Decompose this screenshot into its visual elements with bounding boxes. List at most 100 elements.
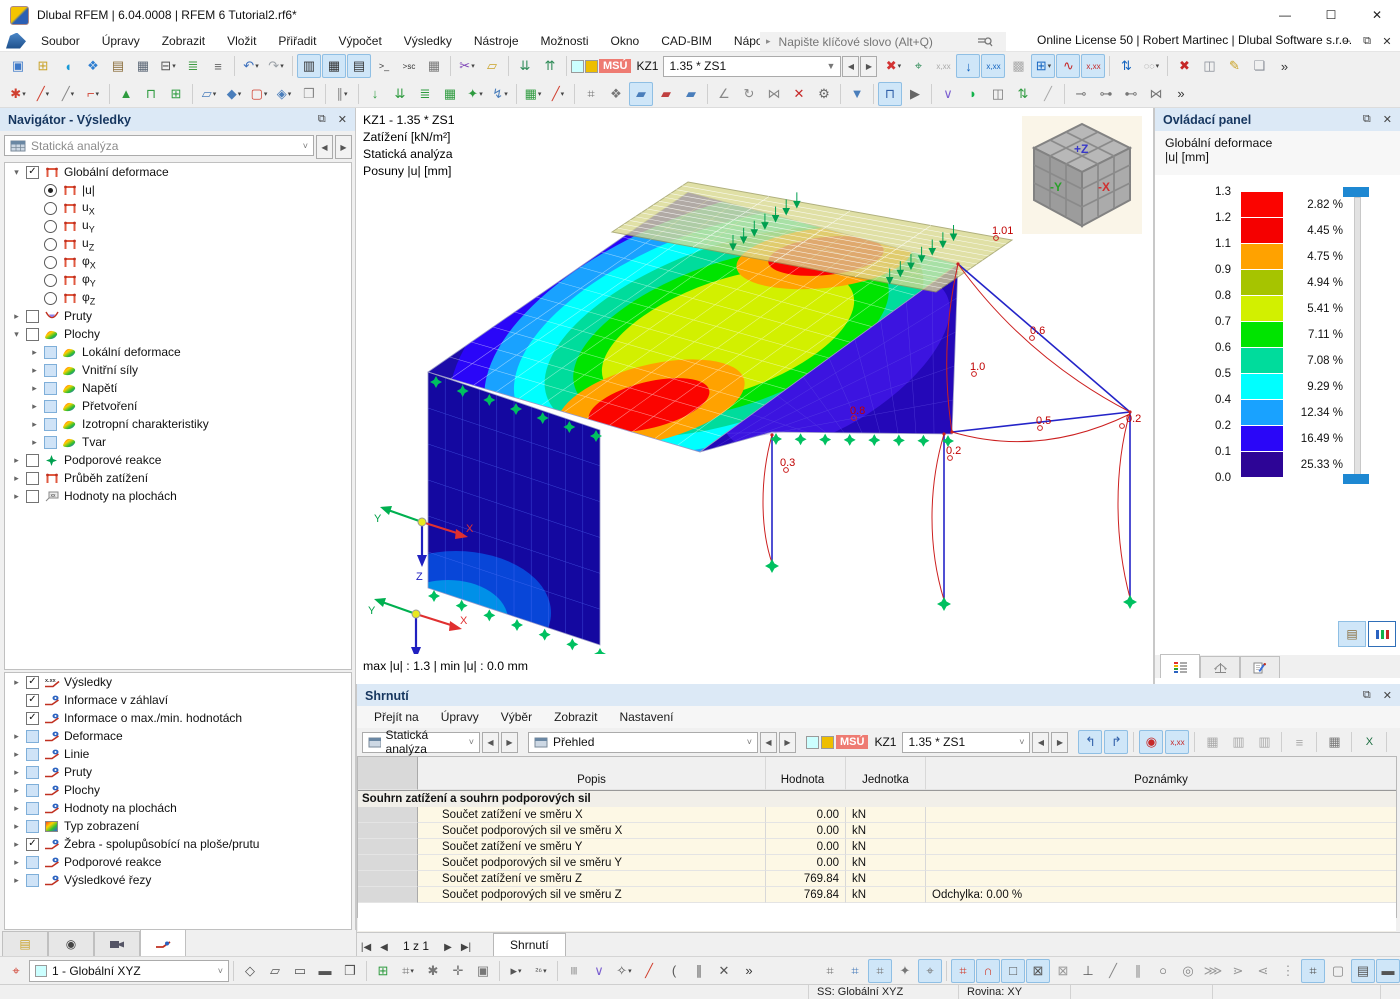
cube-y-label[interactable]: -Y	[1050, 180, 1062, 194]
tree-expander-icon[interactable]: ▸	[11, 455, 22, 466]
tree-expander-icon[interactable]: ▸	[11, 473, 22, 484]
line-grid-button[interactable]: ∠	[712, 82, 736, 106]
summary-menu-0[interactable]: Přejít na	[363, 706, 430, 728]
tab-factors[interactable]	[1200, 656, 1240, 678]
save-image-button[interactable]: ▤	[106, 54, 130, 78]
snap-parallel-button[interactable]: ∥	[1126, 959, 1150, 983]
tree-checkbox[interactable]	[26, 471, 39, 485]
workplane-xz-button[interactable]: ▰	[654, 82, 678, 106]
tree-radio[interactable]	[44, 273, 57, 287]
render-mode-button[interactable]: ◫	[986, 82, 1010, 106]
member-tool-button[interactable]: ╱ ▾	[56, 82, 80, 106]
model-manager-button[interactable]: ❖	[81, 54, 105, 78]
dropdown-arrow-icon[interactable]: ▾	[172, 62, 176, 70]
tree-expander-icon[interactable]: ▸	[11, 803, 22, 814]
grid-button[interactable]: ⌗	[579, 82, 603, 106]
tree-checkbox[interactable]	[26, 783, 39, 797]
tree-checkbox[interactable]	[44, 399, 57, 413]
walkthrough-button[interactable]: ▶	[903, 82, 927, 106]
scale-color-band[interactable]	[1241, 192, 1283, 218]
console-button[interactable]: >_	[372, 54, 396, 78]
results-tree-item[interactable]: ▸ Napětí	[5, 379, 351, 397]
dropdown-arrow-icon[interactable]: ▾	[344, 90, 348, 98]
menu-2[interactable]: Zobrazit	[151, 30, 216, 52]
results-tree-item[interactable]: ▾ Globální deformace	[5, 163, 351, 181]
display-tree-item[interactable]: ▸ Typ zobrazení	[5, 817, 351, 835]
tree-checkbox[interactable]	[26, 675, 39, 689]
display-tree-item[interactable]: ▸ Plochy	[5, 781, 351, 799]
sum-undo-button[interactable]: ↰	[1078, 730, 1103, 754]
dropdown-arrow-icon[interactable]: ▾	[96, 90, 100, 98]
snap-ellipse-button[interactable]: ◎	[1176, 959, 1200, 983]
snap-center-button[interactable]: ⊠	[1051, 959, 1075, 983]
tree-expander-icon[interactable]: ▸	[11, 311, 22, 322]
display-tree-item[interactable]: Informace o max./min. hodnotách	[5, 709, 351, 727]
close-panel-icon[interactable]: ✕	[338, 113, 347, 126]
result-numbers-button[interactable]: x,xx	[1081, 54, 1106, 78]
snap-grid-edit-button[interactable]: ⌗	[843, 959, 867, 983]
tree-checkbox[interactable]	[26, 765, 39, 779]
display-tree-item[interactable]: ▸ Deformace	[5, 727, 351, 745]
toggle-tables-button[interactable]: ▦	[322, 54, 346, 78]
dropdown-arrow-icon[interactable]: ▾	[479, 90, 483, 98]
hinges-display-button[interactable]: ✧ ▾	[612, 959, 636, 983]
tree-expander-icon[interactable]: ▸	[11, 491, 22, 502]
results-tree-item[interactable]: φX	[5, 253, 351, 271]
close-panel-icon[interactable]: ✕	[1383, 689, 1392, 702]
tree-checkbox[interactable]	[26, 801, 39, 815]
scale-color-band[interactable]	[1241, 322, 1283, 348]
tree-radio[interactable]	[44, 183, 57, 197]
tree-checkbox[interactable]	[26, 729, 39, 743]
view-cube-button[interactable]: ❒	[338, 959, 362, 983]
sum-filter-button[interactable]: ▼	[1392, 730, 1400, 754]
tab-filter[interactable]	[1240, 656, 1280, 678]
menu-9[interactable]: Okno	[600, 30, 651, 52]
tree-radio[interactable]	[44, 255, 57, 269]
summary-analysis-combo[interactable]: Statická analýza ˅	[362, 728, 480, 756]
result-arrows-button[interactable]: ⇅	[1011, 82, 1035, 106]
tree-expander-icon[interactable]: ▸	[11, 821, 22, 832]
summary-menu-2[interactable]: Výběr	[490, 706, 543, 728]
table-row[interactable]: Součet zatížení ve směru Z 769.84 kN	[358, 871, 1396, 887]
summary-view-prev-button[interactable]: ◀	[760, 731, 777, 753]
tab-summary[interactable]: Shrnutí	[493, 933, 566, 956]
float-panel-icon[interactable]: ⧉	[1363, 689, 1371, 702]
menu-4[interactable]: Přiřadit	[267, 30, 327, 52]
menu-0[interactable]: Soubor	[30, 30, 91, 52]
filter-loads-button[interactable]: ✖ ▾	[881, 54, 905, 78]
view-top-button[interactable]: ▬	[313, 959, 337, 983]
member-release-button[interactable]: ⊸	[1069, 82, 1093, 106]
table-row[interactable]: Součet podporových sil ve směru Z 769.84 k…	[358, 887, 1396, 903]
prev-page-button[interactable]: ◀	[375, 938, 393, 956]
tree-checkbox[interactable]	[26, 819, 39, 833]
display-tree-item[interactable]: ▸ x.xx Výsledky	[5, 673, 351, 691]
tab-color-scale[interactable]	[1160, 654, 1200, 678]
summary-load-prev-button[interactable]: ◀	[1032, 731, 1050, 753]
summary-header[interactable]: Shrnutí ⧉ ✕	[357, 684, 1400, 707]
snap-intersection-button[interactable]: ⊠	[1026, 958, 1050, 983]
maximize-button[interactable]: ☐	[1308, 0, 1354, 29]
scale-color-band[interactable]	[1241, 244, 1283, 270]
show-result-values-button[interactable]: x,xx	[981, 54, 1006, 78]
load-transform-button[interactable]: ↯ ▾	[488, 82, 512, 106]
summary-load-next-button[interactable]: ▶	[1051, 731, 1069, 753]
display-tree-item[interactable]: ▸ Žebra - spolupůsobící na ploše/prutu	[5, 835, 351, 853]
sum-excel-button[interactable]: X	[1357, 730, 1381, 754]
member-hinge-button[interactable]: ⊶	[1094, 82, 1118, 106]
mirror-button[interactable]: ⋈	[762, 82, 786, 106]
snap-circle-button[interactable]: ○	[1151, 959, 1175, 983]
tree-expander-icon[interactable]: ▸	[11, 785, 22, 796]
search-icon[interactable]	[977, 35, 993, 49]
member-eccentricity-button[interactable]: ⊷	[1119, 82, 1143, 106]
first-page-button[interactable]: |◀	[357, 938, 375, 956]
dropdown-arrow-icon[interactable]: ▾	[538, 90, 542, 98]
doc-restore-button[interactable]: ⧉	[1358, 32, 1376, 50]
script-console-button[interactable]: >sc	[397, 54, 421, 78]
new-model-button[interactable]: ▣	[6, 54, 30, 78]
display-tree-item[interactable]: ▸ Linie	[5, 745, 351, 763]
solid-tool-button[interactable]: ◆ ▾	[222, 82, 246, 106]
results-tree-item[interactable]: ▾ Plochy	[5, 325, 351, 343]
measure-button[interactable]: ╱	[1036, 82, 1060, 106]
results-tree-item[interactable]: ▸ Tvar	[5, 433, 351, 451]
results-tree-item[interactable]: φY	[5, 271, 351, 289]
